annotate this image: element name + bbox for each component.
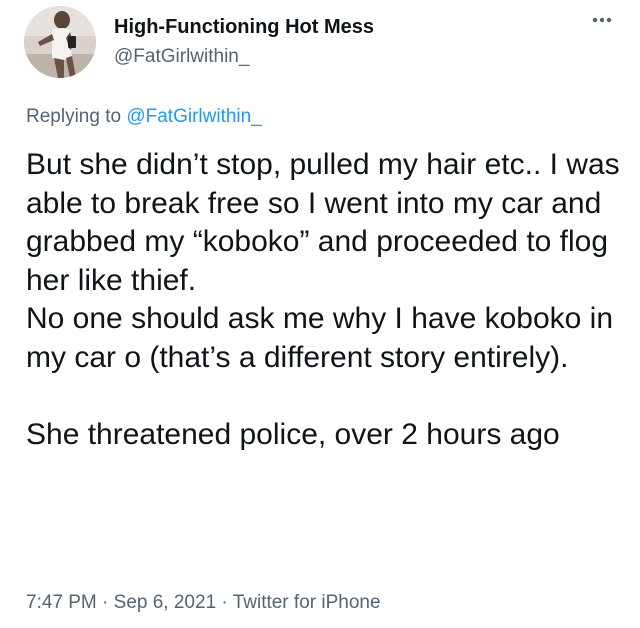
author-handle[interactable]: @FatGirlwithin_ bbox=[114, 46, 249, 68]
meta-separator: · bbox=[221, 592, 228, 613]
tweet-paragraph-2: She threatened police, over 2 hours ago bbox=[26, 417, 560, 451]
replying-to-label: Replying to bbox=[26, 106, 122, 127]
more-horizontal-icon[interactable] bbox=[588, 8, 616, 32]
tweet-source[interactable]: Twitter for iPhone bbox=[233, 592, 381, 613]
tweet-time[interactable]: 7:47 PM bbox=[26, 592, 97, 613]
tweet-text: But she didn’t stop, pulled my hair etc.… bbox=[26, 146, 626, 454]
replying-to-mention[interactable]: @FatGirlwithin_ bbox=[126, 106, 261, 127]
avatar-photo bbox=[24, 6, 96, 78]
replying-to: Replying to @FatGirlwithin_ bbox=[26, 106, 262, 128]
avatar[interactable] bbox=[24, 6, 96, 78]
tweet-date[interactable]: Sep 6, 2021 bbox=[114, 592, 216, 613]
tweet-header: High-Functioning Hot Mess @FatGirlwithin… bbox=[0, 0, 640, 90]
tweet-metadata: 7:47 PM · Sep 6, 2021 · Twitter for iPho… bbox=[26, 592, 381, 614]
meta-separator: · bbox=[102, 592, 109, 613]
tweet-paragraph-1: But she didn’t stop, pulled my hair etc.… bbox=[26, 148, 620, 374]
author-display-name[interactable]: High-Functioning Hot Mess bbox=[114, 16, 374, 39]
